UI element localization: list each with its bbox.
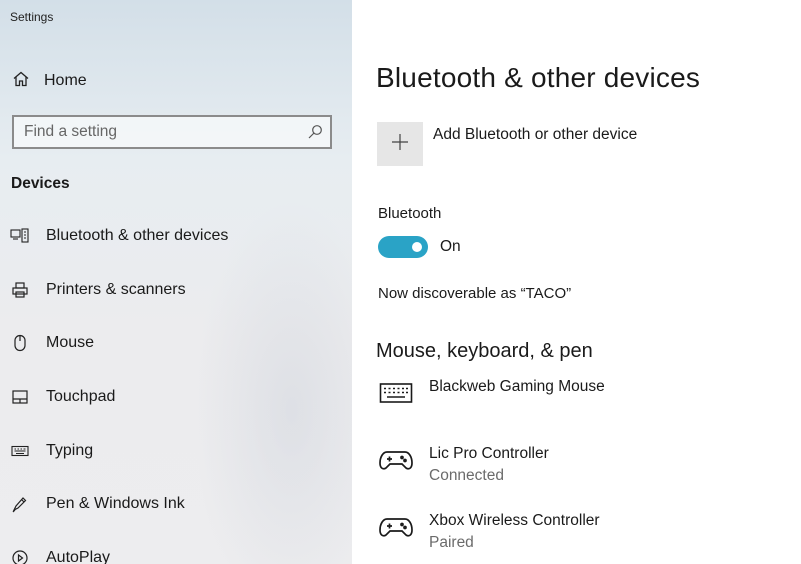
add-device-label[interactable]: Add Bluetooth or other device <box>433 126 637 144</box>
device-status: Paired <box>429 534 474 551</box>
page-title: Bluetooth & other devices <box>376 62 701 93</box>
sidebar-item-printers[interactable]: Printers & scanners <box>10 277 186 303</box>
search-box[interactable] <box>12 115 332 149</box>
sidebar-item-typing[interactable]: Typing <box>10 438 93 464</box>
sidebar-item-label: Touchpad <box>46 388 116 405</box>
sidebar-item-bluetooth[interactable]: Bluetooth & other devices <box>10 223 228 249</box>
home-icon <box>12 70 30 93</box>
sidebar-item-mouse[interactable]: Mouse <box>10 330 94 356</box>
device-name: Xbox Wireless Controller <box>429 512 600 529</box>
keyboard-icon <box>378 378 414 408</box>
device-name: Blackweb Gaming Mouse <box>429 378 605 395</box>
sidebar-item-pen[interactable]: Pen & Windows Ink <box>10 491 185 517</box>
sidebar-item-label: Typing <box>46 442 94 459</box>
toggle-knob <box>412 242 422 252</box>
sidebar-item-label: Printers & scanners <box>46 281 186 298</box>
home-label: Home <box>44 72 87 89</box>
device-status: Connected <box>429 467 504 484</box>
sidebar-item-label: AutoPlay <box>46 549 111 564</box>
search-icon[interactable] <box>300 124 330 140</box>
autoplay-icon <box>10 548 30 564</box>
sidebar-item-label: Bluetooth & other devices <box>46 227 229 244</box>
discoverable-text: Now discoverable as “TACO” <box>378 285 572 302</box>
search-input[interactable] <box>14 117 300 147</box>
sidebar-item-touchpad[interactable]: Touchpad <box>10 384 115 410</box>
touchpad-icon <box>10 387 30 407</box>
home-nav-item[interactable]: Home <box>12 70 87 92</box>
gamepad-icon <box>378 512 414 542</box>
sidebar: Settings Home Devices Bluetooth & other <box>0 0 352 564</box>
bluetooth-state-label: On <box>440 238 461 255</box>
device-name: Lic Pro Controller <box>429 445 549 462</box>
app-title: Settings <box>10 10 54 24</box>
add-device-button[interactable] <box>377 122 423 166</box>
pen-icon <box>10 494 30 514</box>
keyboard-icon <box>10 441 30 461</box>
mouse-icon <box>10 333 30 353</box>
bluetooth-label: Bluetooth <box>378 205 442 222</box>
section-label-devices: Devices <box>11 175 70 192</box>
main-content: Bluetooth & other devices Add Bluetooth … <box>352 0 801 564</box>
group-heading: Mouse, keyboard, & pen <box>376 340 593 362</box>
printer-icon <box>10 280 30 300</box>
sidebar-item-autoplay[interactable]: AutoPlay <box>10 545 110 564</box>
sidebar-item-label: Pen & Windows Ink <box>46 495 185 512</box>
gamepad-icon <box>378 445 414 475</box>
sidebar-item-label: Mouse <box>46 334 95 351</box>
bluetooth-toggle[interactable] <box>378 236 428 258</box>
plus-icon <box>390 132 410 157</box>
bluetooth-devices-icon <box>10 226 30 246</box>
